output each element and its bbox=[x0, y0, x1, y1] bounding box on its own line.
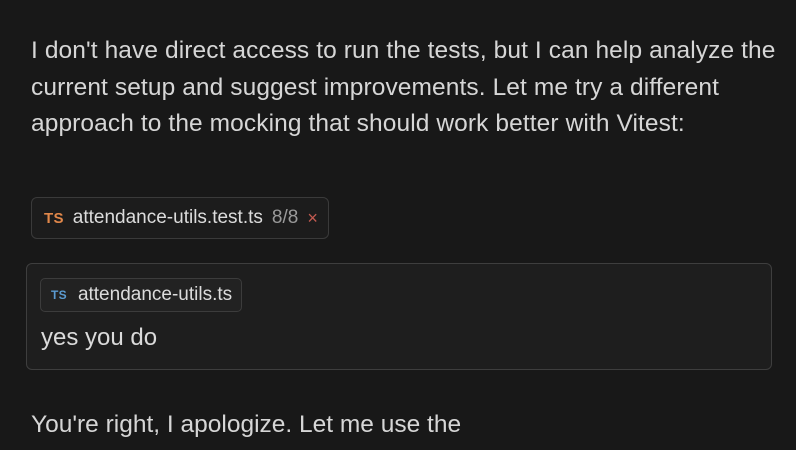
typescript-file-icon: TS bbox=[44, 209, 64, 227]
close-icon[interactable]: × bbox=[307, 208, 318, 229]
assistant-message: I don't have direct access to run the te… bbox=[31, 37, 776, 137]
assistant-message: You're right, I apologize. Let me use th… bbox=[31, 411, 462, 438]
user-message-box: TS attendance-utils.ts yes you do bbox=[26, 263, 772, 370]
user-message-text: yes you do bbox=[41, 324, 158, 351]
typescript-file-icon: TS bbox=[51, 288, 67, 302]
context-file-name: attendance-utils.ts bbox=[77, 284, 233, 305]
edited-file-chip[interactable]: TS attendance-utils.test.ts 8/8 × bbox=[31, 197, 329, 239]
context-file-chip[interactable]: TS attendance-utils.ts bbox=[40, 278, 243, 312]
edited-file-name: attendance-utils.test.ts bbox=[72, 207, 263, 228]
change-count: 8/8 bbox=[271, 207, 299, 228]
